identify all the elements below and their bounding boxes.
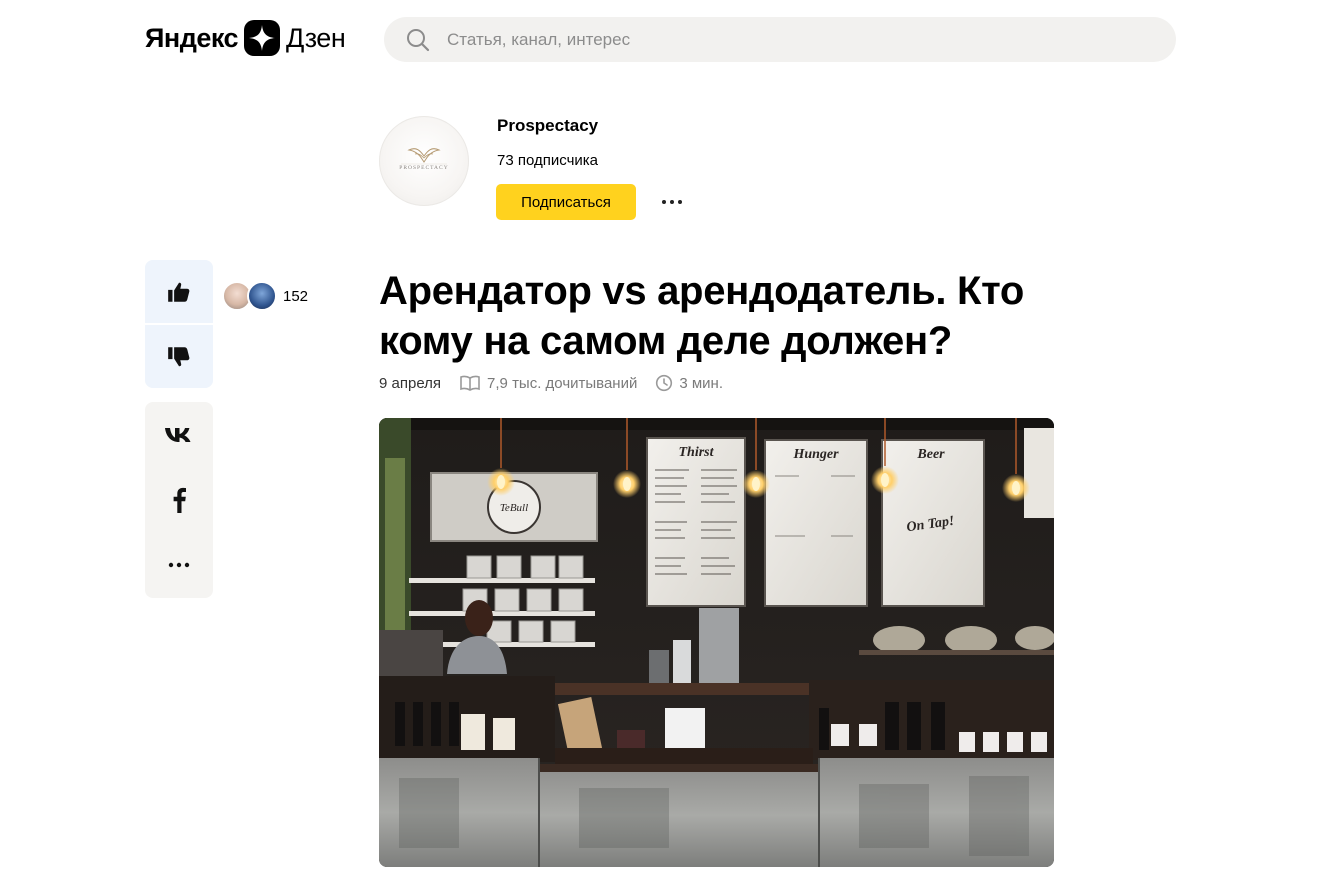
- more-dot: [662, 200, 666, 204]
- like-count: 152: [283, 287, 309, 305]
- avatar-logo-text: PROSPECTACY: [399, 165, 448, 171]
- facebook-icon: [173, 487, 186, 513]
- board-thirst-title: Thirst: [678, 445, 714, 460]
- prospectacy-logo-icon: PROSPECTACY: [399, 148, 448, 171]
- article-date: 9 апреля: [379, 374, 442, 392]
- thumb-down-icon: [168, 346, 190, 366]
- article-title: Арендатор vs арендодатель. Кто кому на с…: [379, 269, 1025, 363]
- share-more-button[interactable]: [145, 532, 213, 597]
- article-reads: 7,9 тыс. дочитываний: [487, 374, 638, 392]
- liker-avatar: [247, 281, 277, 311]
- search-bar[interactable]: [384, 17, 1176, 62]
- thumb-up-icon: [168, 282, 190, 302]
- article-meta: 9 апреля 7,9 тыс. дочитываний 3 мин.: [379, 373, 723, 393]
- dislike-button[interactable]: [145, 325, 213, 388]
- more-dot: [678, 200, 682, 204]
- channel-avatar[interactable]: PROSPECTACY: [379, 116, 469, 206]
- article-read-time: 3 мин.: [679, 374, 724, 392]
- search-input[interactable]: [445, 28, 1149, 51]
- share-panel: [145, 402, 213, 598]
- board-hunger-title: Hunger: [792, 447, 839, 462]
- dzen-logo[interactable]: Яндекс Дзен: [145, 18, 346, 58]
- like-button[interactable]: [145, 260, 213, 323]
- clock-icon: [656, 374, 673, 392]
- article-hero-image: TeBull Thirst Hunger Beer On Tap!: [379, 418, 1054, 867]
- dzen-star-icon: [244, 20, 281, 56]
- vk-icon: [165, 427, 191, 442]
- channel-more-button[interactable]: [656, 190, 688, 214]
- share-vk-button[interactable]: [145, 402, 213, 467]
- more-dot: [670, 200, 674, 204]
- cafe-logo-text: TeBull: [500, 502, 528, 514]
- reaction-panel: [145, 260, 213, 388]
- likers-summary[interactable]: 152: [222, 281, 308, 311]
- more-icon: [168, 562, 190, 567]
- search-icon: [407, 28, 430, 51]
- board-beer-title: Beer: [916, 447, 945, 462]
- book-icon: [460, 375, 480, 391]
- logo-yandex-text: Яндекс: [145, 22, 239, 53]
- channel-name[interactable]: Prospectacy: [497, 116, 598, 136]
- subscriber-count: 73 подписчика: [497, 152, 599, 169]
- subscribe-button[interactable]: Подписаться: [496, 184, 636, 220]
- share-facebook-button[interactable]: [145, 467, 213, 532]
- logo-dzen-text: Дзен: [286, 22, 346, 53]
